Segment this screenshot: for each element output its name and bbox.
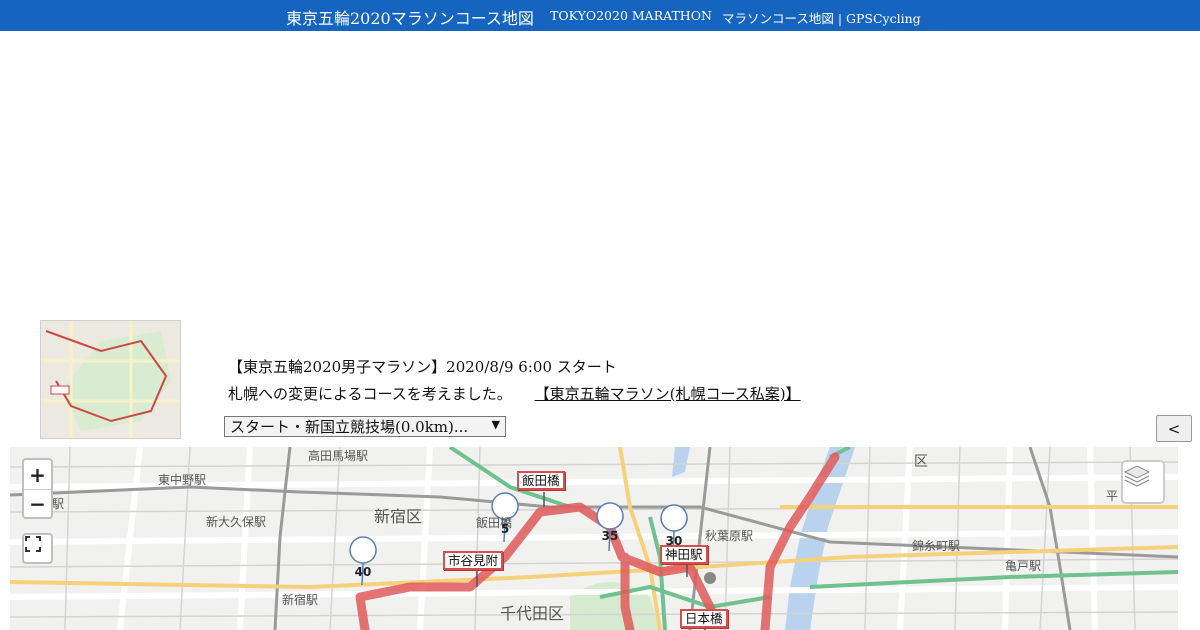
station-shinjuku: 新宿駅 — [282, 593, 319, 607]
zoom-out-button[interactable]: − — [24, 489, 51, 518]
checkpoint-select-value: スタート・新国立競技場(0.0km)... — [230, 418, 469, 436]
landmark-iidabashi[interactable]: 飯田橋 — [517, 471, 565, 490]
station-partial-hira: 平 — [1106, 489, 1119, 503]
course-map[interactable]: 新宿区 千代田区 区 高田馬場駅 東中野駅 新大久保駅 新宿駅 秋葉原駅 錦糸町… — [10, 447, 1178, 630]
site-link[interactable]: マラソンコース地図 | GPSCycling — [722, 8, 921, 27]
km-marker-35[interactable]: 35 — [596, 529, 624, 543]
previous-button[interactable]: < — [1156, 415, 1192, 442]
header-bar: 東京五輪2020マラソンコース地図 TOKYO2020 MARATHON マラソ… — [0, 0, 1200, 31]
layers-icon — [1123, 465, 1151, 487]
district-chiyoda: 千代田区 — [500, 604, 565, 623]
layers-button[interactable] — [1121, 460, 1165, 504]
km-marker-40[interactable]: 40 — [349, 565, 377, 579]
station-kinshicho: 錦糸町駅 — [912, 539, 961, 553]
station-takadanobaba: 高田馬場駅 — [308, 449, 369, 463]
chevron-down-icon: ▼ — [491, 418, 500, 431]
station-partial: 駅 — [52, 497, 65, 511]
subtitle-en: TOKYO2020 MARATHON — [550, 8, 712, 23]
sapporo-course-link[interactable]: 【東京五輪マラソン(札幌コース私案)】 — [535, 385, 801, 403]
fullscreen-icon — [25, 536, 41, 552]
zoom-in-button[interactable]: + — [24, 460, 51, 489]
km-marker-5[interactable]: 5 — [491, 522, 519, 536]
station-kameido: 亀戸駅 — [1005, 559, 1042, 573]
station-akihabara: 秋葉原駅 — [705, 529, 754, 543]
landmark-nihonbashi[interactable]: 日本橋 — [680, 609, 728, 628]
course-thumbnail[interactable] — [40, 320, 181, 439]
fullscreen-button[interactable] — [22, 533, 53, 564]
page-title[interactable]: 東京五輪2020マラソンコース地図 — [286, 5, 534, 29]
zoom-control: + − — [22, 458, 53, 519]
course-note: 札幌への変更によるコースを考えました。 【東京五輪マラソン(札幌コース私案)】 — [228, 383, 801, 404]
course-note-text: 札幌への変更によるコースを考えました。 — [228, 385, 512, 403]
race-info: 【東京五輪2020男子マラソン】2020/8/9 6:00 スタート — [228, 358, 617, 376]
landmark-ichigaya-mitsuke[interactable]: 市谷見附 — [443, 551, 504, 570]
station-higashinakano: 東中野駅 — [158, 473, 207, 487]
district-partial: 区 — [914, 454, 928, 470]
checkpoint-select[interactable]: スタート・新国立競技場(0.0km)... ▼ — [224, 416, 506, 437]
km-marker-30[interactable]: 30 — [660, 534, 688, 548]
station-shinokubo: 新大久保駅 — [206, 515, 267, 529]
district-shinjuku: 新宿区 — [374, 507, 423, 526]
